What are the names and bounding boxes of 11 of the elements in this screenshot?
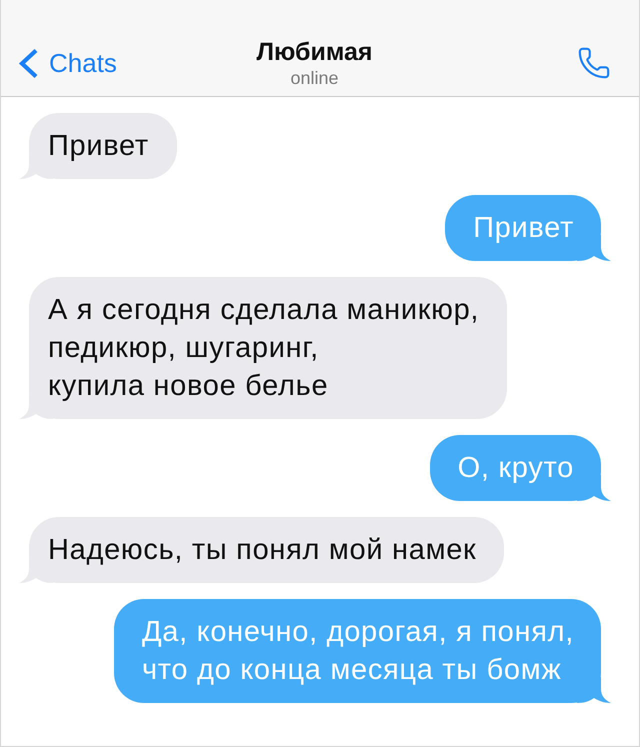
- message-bubble: Привет: [445, 195, 611, 261]
- phone-icon[interactable]: [577, 46, 611, 80]
- contact-name: Любимая: [256, 37, 373, 67]
- message-bubble: Да, конечно, дорогая, я понял, что до конца месяца ты бомж: [114, 599, 611, 703]
- message-bubble: Привет: [19, 113, 177, 179]
- chevron-left-icon: [18, 48, 39, 78]
- message-bubble: Надеюсь, ты понял мой намек: [19, 517, 504, 583]
- back-button[interactable]: Chats: [18, 48, 117, 78]
- contact-status: online: [290, 67, 339, 89]
- message-bubble: О, круто: [430, 435, 611, 501]
- message-bubble: А я сегодня сделала маникюр, педикюр, шугаринг, купила новое белье: [19, 277, 508, 419]
